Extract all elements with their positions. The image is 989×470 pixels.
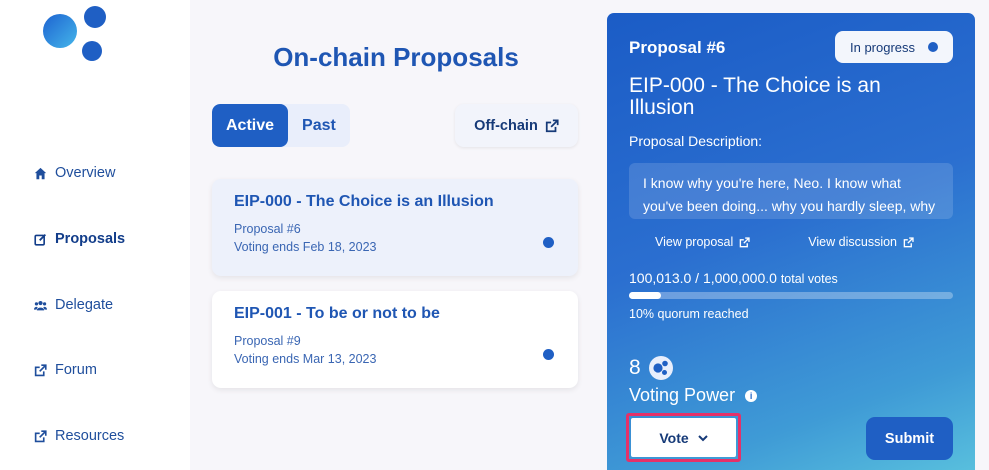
proposal-title: EIP-000 - The Choice is an Illusion — [234, 193, 494, 210]
view-proposal-label: View proposal — [655, 235, 734, 249]
sidebar-item-label: Overview — [55, 165, 116, 181]
view-proposal-link[interactable]: View proposal — [655, 235, 750, 249]
external-link-icon — [34, 429, 47, 442]
tab-active[interactable]: Active — [212, 104, 289, 147]
status-dot — [543, 349, 554, 360]
vote-total: 100,013.0 / 1,000,000.0 — [629, 270, 777, 286]
sidebar-item-resources[interactable]: Resources — [34, 428, 124, 444]
status-badge: In progress — [835, 31, 953, 63]
voting-power-label: Voting Power — [629, 385, 736, 405]
description-label: Proposal Description: — [629, 133, 763, 149]
view-discussion-link[interactable]: View discussion — [808, 235, 914, 249]
proposal-card[interactable]: EIP-001 - To be or not to be Proposal #9… — [212, 291, 578, 388]
quorum-progress-fill — [629, 292, 662, 299]
vote-dropdown[interactable]: Vote — [631, 418, 736, 457]
proposal-number: Proposal #6 — [629, 38, 726, 57]
sidebar-item-overview[interactable]: Overview — [34, 165, 115, 181]
proposal-end-date: Voting ends Mar 13, 2023 — [234, 352, 377, 366]
sidebar-item-label: Delegate — [55, 297, 114, 313]
status-dot — [928, 42, 938, 52]
edit-icon — [34, 233, 47, 246]
token-icon — [648, 356, 673, 380]
external-link-icon — [545, 118, 559, 132]
sidebar: Overview Proposals Delegate Forum Resour… — [0, 0, 190, 470]
view-discussion-label: View discussion — [808, 235, 897, 249]
info-icon[interactable]: i — [745, 389, 758, 402]
sidebar-item-proposals[interactable]: Proposals — [34, 231, 125, 247]
page-title: On-chain Proposals — [273, 42, 519, 72]
description-box[interactable]: I know why you're here, Neo. I know what… — [629, 163, 953, 219]
sidebar-item-label: Forum — [55, 362, 97, 378]
vote-total-suffix: total votes — [780, 272, 838, 286]
vote-count: 100,013.0 / 1,000,000.0 total votes — [629, 270, 838, 286]
quorum-progress-bar — [629, 292, 953, 299]
status-dot — [543, 237, 554, 248]
logo-circles-icon[interactable] — [40, 4, 112, 64]
home-icon — [34, 167, 47, 179]
proposal-links: View proposal View discussion — [655, 235, 914, 249]
external-link-icon — [34, 363, 47, 376]
proposal-end-date: Voting ends Feb 18, 2023 — [234, 240, 377, 254]
submit-button[interactable]: Submit — [866, 417, 953, 460]
status-label: In progress — [850, 39, 916, 55]
voting-power-label-row: Voting Power i — [629, 385, 758, 406]
sidebar-item-label: Proposals — [55, 231, 126, 247]
tab-past[interactable]: Past — [288, 104, 350, 147]
voting-power-number: 8 — [629, 356, 641, 379]
voting-power-value: 8 — [629, 356, 673, 380]
sidebar-item-forum[interactable]: Forum — [34, 362, 97, 378]
off-chain-button[interactable]: Off-chain — [455, 104, 578, 147]
external-link-icon — [903, 236, 914, 247]
vote-dropdown-highlight: Vote — [626, 413, 741, 462]
proposal-number: Proposal #6 — [234, 222, 301, 236]
quorum-status: 10% quorum reached — [629, 307, 749, 321]
proposal-tabs: Active Past — [212, 104, 350, 147]
sidebar-item-label: Resources — [55, 428, 125, 444]
proposal-number: Proposal #9 — [234, 334, 301, 348]
proposal-title: EIP-001 - To be or not to be — [234, 305, 440, 322]
proposal-title: EIP-000 - The Choice is an Illusion — [629, 74, 881, 119]
chevron-down-icon — [697, 434, 708, 441]
sidebar-item-delegate[interactable]: Delegate — [34, 297, 113, 313]
external-link-icon — [739, 236, 750, 247]
vote-label: Vote — [659, 429, 689, 446]
proposal-detail-panel: Proposal #6 In progress EIP-000 - The Ch… — [607, 13, 975, 470]
proposal-card[interactable]: EIP-000 - The Choice is an Illusion Prop… — [212, 179, 578, 276]
users-icon — [34, 300, 47, 310]
off-chain-label: Off-chain — [474, 117, 538, 134]
